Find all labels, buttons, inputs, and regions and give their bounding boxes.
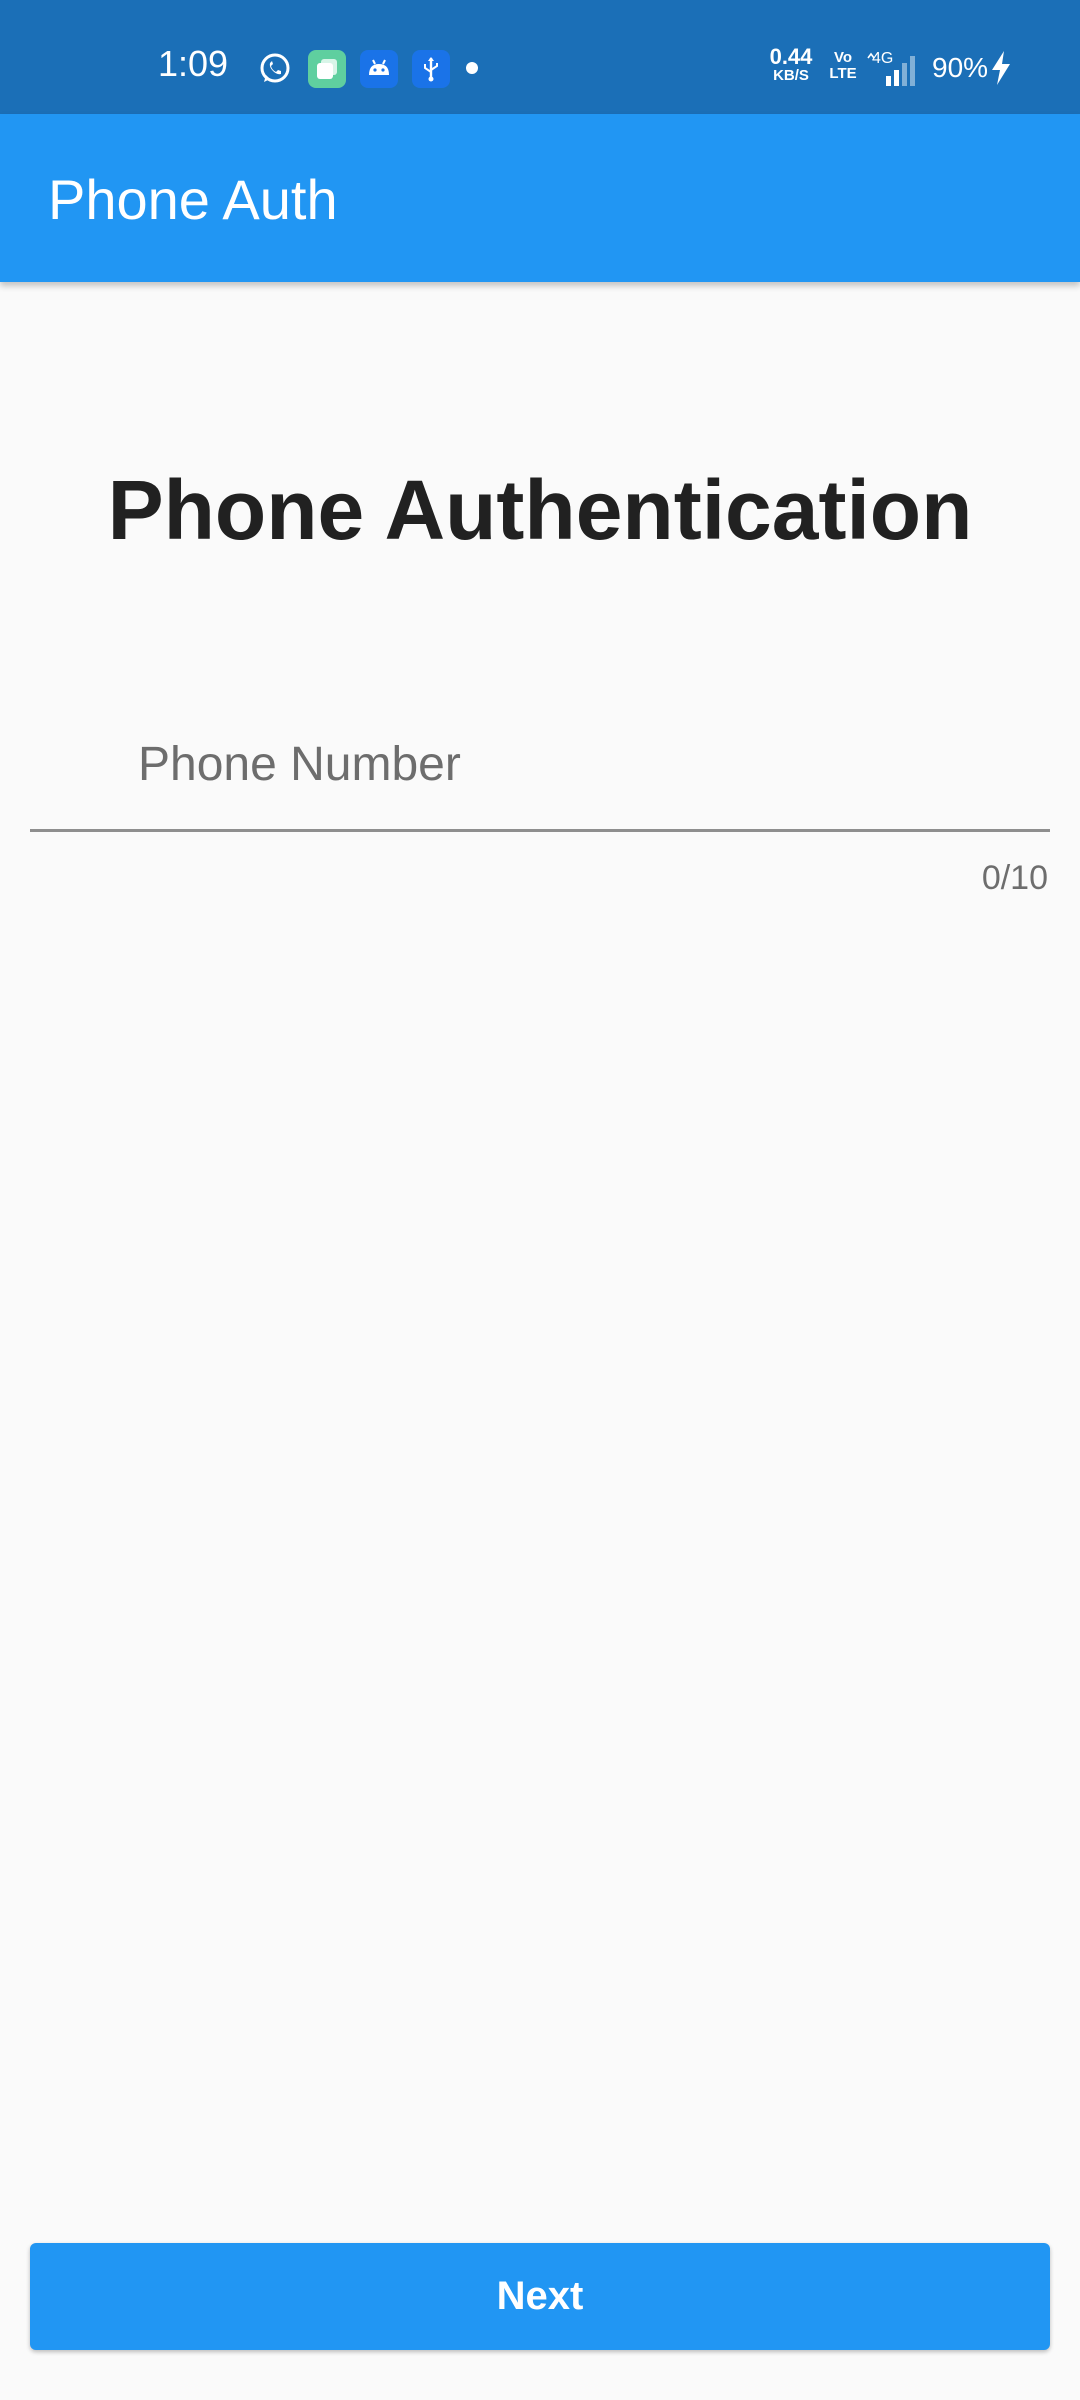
volte-indicator: Vo LTE	[829, 50, 857, 82]
network-speed: 0.44 KB/S	[764, 46, 818, 84]
charging-bolt-icon	[988, 50, 1014, 86]
phone-number-field	[30, 700, 1050, 836]
app-bar: Phone Auth	[0, 114, 1080, 282]
app-bar-title: Phone Auth	[48, 168, 338, 231]
phone-number-input[interactable]	[30, 700, 1050, 832]
volte-bottom-label: LTE	[829, 65, 857, 82]
battery-percent: 90%	[932, 52, 989, 83]
status-bar: 1:09 0.44 KB/S Vo LTE 4G 90%	[0, 0, 1080, 114]
page-title: Phone Authentication	[107, 463, 973, 557]
status-time: 1:09	[158, 43, 229, 84]
next-button[interactable]: Next	[30, 2243, 1050, 2350]
network-speed-value: 0.44	[769, 44, 813, 69]
signal-strength-icon: 4G	[866, 50, 926, 86]
volte-top-label: Vo	[833, 49, 853, 66]
usb-icon	[412, 50, 450, 88]
screen: 1:09 0.44 KB/S Vo LTE 4G 90% Phone Auth …	[0, 0, 1080, 2400]
character-counter: 0/10	[981, 859, 1048, 897]
android-debug-icon	[360, 50, 398, 88]
more-notifications-dot-icon	[466, 62, 478, 74]
next-button-label: Next	[496, 2274, 584, 2318]
whatsapp-icon	[256, 50, 294, 88]
network-speed-unit: KB/S	[773, 67, 809, 84]
gallery-app-icon	[308, 50, 346, 88]
